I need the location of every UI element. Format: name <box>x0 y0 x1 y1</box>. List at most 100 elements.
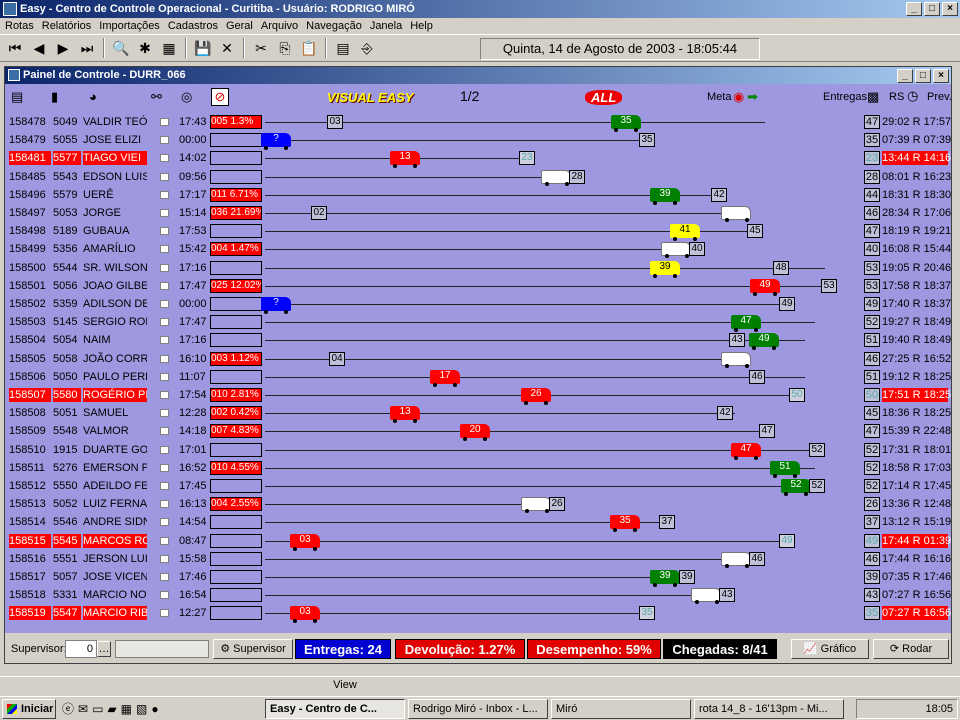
truck-icon[interactable]: ? <box>261 133 291 151</box>
stop-count[interactable]: 51 <box>864 333 880 348</box>
target-icon[interactable]: ◉ <box>733 89 744 105</box>
table-row[interactable]: 158505 5058 JOÃO CORRE 16:10003 1.12% 04 4627… <box>5 350 951 368</box>
stop-marker[interactable]: 49 <box>779 533 795 548</box>
occurrence-bar[interactable]: 004 2.55% <box>210 497 262 512</box>
grafico-button[interactable]: 📈 Gráfico <box>791 639 869 659</box>
truck-icon[interactable]: 03 <box>290 606 320 624</box>
row-checkbox[interactable] <box>160 609 169 618</box>
table-row[interactable]: 158481 5577 TIAGO VIEI 14:02 13 23 23 13:44 R 1… <box>5 149 951 169</box>
stop-count[interactable]: 49 <box>864 533 880 548</box>
occurrence-bar[interactable] <box>210 479 262 493</box>
occurrence-bar[interactable]: 011 6.71% <box>210 187 262 202</box>
occurrence-bar[interactable]: 010 2.81% <box>210 388 262 402</box>
stop-count[interactable]: 52 <box>864 315 880 330</box>
occurrence-bar[interactable] <box>210 533 262 548</box>
table-row[interactable]: 158508 5051 SAMUEL 12:28 002 0.42% 13 42 45 18:3… <box>5 404 951 424</box>
stop-marker[interactable]: 40 <box>689 242 705 257</box>
occurrence-bar[interactable] <box>210 133 262 148</box>
start-button[interactable]: Iniciar <box>2 698 56 719</box>
table-row[interactable]: 158502 5359 ADILSON DE 00:00? 49 49 17:40 R 18… <box>5 295 951 314</box>
stop-marker[interactable]: 48 <box>773 260 789 275</box>
stop-marker[interactable]: 26 <box>549 497 565 512</box>
stop-marker[interactable]: 02 <box>311 206 327 220</box>
delivered-truck-icon[interactable] <box>521 497 551 514</box>
occurrence-bar[interactable]: 007 4.83% <box>210 424 262 439</box>
row-checkbox[interactable] <box>160 154 169 163</box>
row-checkbox[interactable] <box>160 245 169 254</box>
menu-help[interactable]: Help <box>410 20 433 32</box>
maximize-button[interactable]: □ <box>924 2 940 16</box>
table-row[interactable]: 158504 5054 NAIM 17:16 43 49 51 19:40 R 18:49 <box>5 331 951 351</box>
occurrence-bar[interactable] <box>210 297 262 311</box>
occurrence-bar[interactable] <box>210 588 262 603</box>
stop-count[interactable]: 43 <box>864 588 880 603</box>
filter-icon[interactable]: ✱ <box>134 37 156 59</box>
stop-marker[interactable]: 04 <box>329 351 345 366</box>
stop-count[interactable]: 35 <box>864 133 880 148</box>
row-checkbox[interactable] <box>160 227 169 236</box>
supervisor-input[interactable]: 0 <box>65 640 97 658</box>
stop-count[interactable]: 53 <box>864 260 880 275</box>
table-row[interactable]: 1585101915DUARTE GON17:0147525217:31 R 1… <box>5 441 951 460</box>
delivered-truck-icon[interactable] <box>721 351 751 368</box>
stop-count[interactable]: 46 <box>864 551 880 566</box>
truck-icon[interactable]: 49 <box>749 333 779 351</box>
stop-count[interactable]: 39 <box>864 570 880 584</box>
stop-count[interactable]: 52 <box>864 460 880 475</box>
occurrence-bar[interactable] <box>210 551 262 566</box>
truck-icon[interactable]: 35 <box>610 515 640 533</box>
stop-count[interactable]: 46 <box>864 206 880 220</box>
row-checkbox[interactable] <box>160 354 169 363</box>
stop-marker[interactable]: 35 <box>639 133 655 148</box>
occurrence-bar[interactable]: 002 0.42% <box>210 406 262 421</box>
panel-close-button[interactable]: × <box>933 69 949 83</box>
stop-count[interactable]: 51 <box>864 369 880 384</box>
folder-icon[interactable]: ▰ <box>107 702 116 716</box>
truck-icon[interactable]: 52 <box>781 479 811 496</box>
stop-count[interactable]: 47 <box>864 424 880 439</box>
stop-marker[interactable]: 52 <box>809 479 825 493</box>
table-row[interactable]: 1585155545MARCOS ROB08:4703494917:44 R 0… <box>5 532 951 551</box>
truck-icon[interactable]: 49 <box>750 278 780 296</box>
truck-icon[interactable]: 41 <box>670 224 700 242</box>
table-row[interactable]: 158479 5055 JOSE ELIZI 00:00? 35 35 07:39 R 07… <box>5 131 951 151</box>
occurrence-bar[interactable]: 010 4.55% <box>210 460 262 475</box>
stop-count[interactable]: 47 <box>864 224 880 239</box>
occurrence-bar[interactable] <box>210 606 262 621</box>
tape-icon[interactable]: ◎ <box>181 89 192 105</box>
supervisor-button[interactable]: ⚙ Supervisor <box>213 639 293 659</box>
row-checkbox[interactable] <box>160 136 169 145</box>
stop-marker[interactable]: 43 <box>719 588 735 603</box>
row-checkbox[interactable] <box>160 209 169 217</box>
occurrence-bar[interactable] <box>210 442 262 457</box>
truck-icon[interactable]: ? <box>261 297 291 314</box>
stop-count[interactable]: 53 <box>864 278 880 293</box>
first-record-icon[interactable]: ⏮ <box>4 37 26 59</box>
stop-count[interactable]: 46 <box>864 351 880 366</box>
row-checkbox[interactable] <box>160 445 169 454</box>
row-checkbox[interactable] <box>160 318 169 327</box>
stop-marker[interactable]: 46 <box>749 551 765 566</box>
stop-count[interactable]: 49 <box>864 297 880 311</box>
row-checkbox[interactable] <box>160 281 169 290</box>
excel-icon[interactable]: ▦ <box>121 702 132 716</box>
stop-count[interactable]: 52 <box>864 442 880 457</box>
table-row[interactable]: 158518 5331 MARCIO NOV 16:54 43 43 07:27 R 16:… <box>5 586 951 605</box>
panel-maximize-button[interactable]: □ <box>915 69 931 83</box>
word-icon[interactable]: ▧ <box>136 702 147 716</box>
desktop-icon[interactable]: ▭ <box>92 702 103 716</box>
prev-record-icon[interactable]: ◀ <box>28 37 50 59</box>
occurrence-bar[interactable] <box>210 515 262 530</box>
occurrence-bar[interactable] <box>210 570 262 584</box>
table-row[interactable]: 158500 5544 SR. WILSON 17:16 39 48 53 19:05 R 2… <box>5 259 951 278</box>
supervisor-lookup-button[interactable]: … <box>97 641 111 657</box>
rodar-button[interactable]: ⟳ Rodar <box>873 639 949 659</box>
menu-navegacao[interactable]: Navegação <box>306 20 362 32</box>
stop-count[interactable]: 44 <box>864 187 880 202</box>
table-row[interactable]: 158501 5056 JOAO GILBE 17:47 025 12.02% 49 53 5… <box>5 277 951 296</box>
menu-janela[interactable]: Janela <box>370 20 402 32</box>
row-checkbox[interactable] <box>160 427 169 436</box>
task-inbox[interactable]: Rodrigo Miró - Inbox - L... <box>408 698 548 719</box>
truck-icon[interactable]: 47 <box>731 442 761 460</box>
table-row[interactable]: 158496 5579 UERÊ 17:17 011 6.71% 39 42 44 18:31 … <box>5 186 951 205</box>
